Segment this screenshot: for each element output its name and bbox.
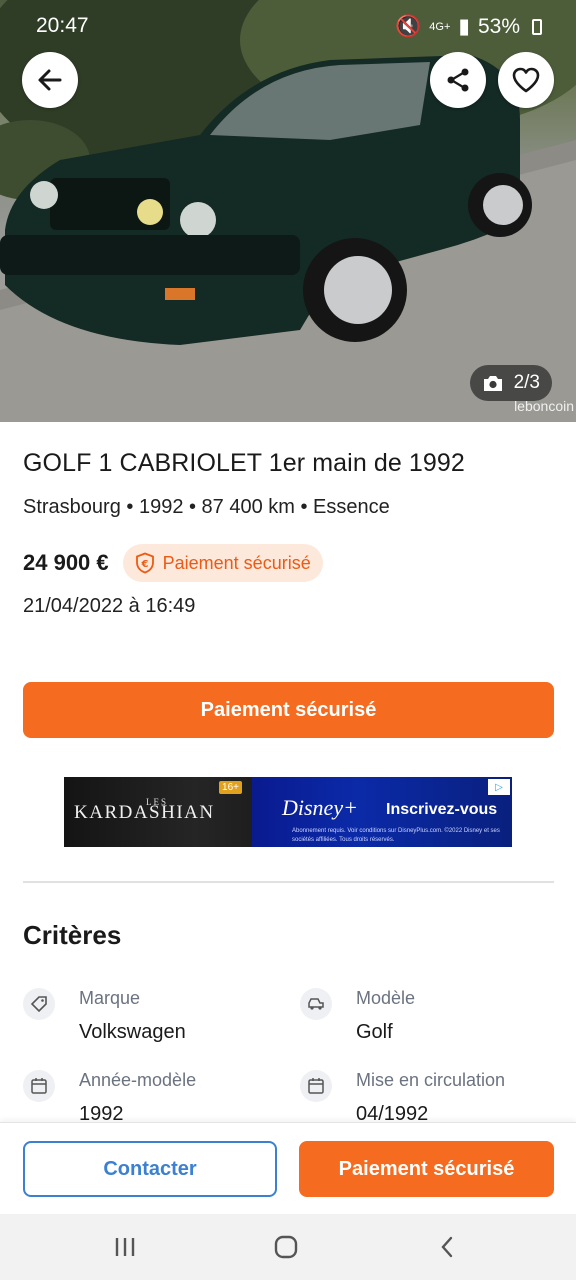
ad-fine-print: Abonnement requis. Voir conditions sur D… bbox=[292, 828, 500, 843]
signal-icon: ▮ bbox=[458, 15, 470, 38]
recent-apps-button[interactable] bbox=[110, 1232, 140, 1262]
criteria-label: Marque bbox=[79, 988, 141, 1008]
advertisement-banner[interactable]: LES KARDASHIAN 16+ Disney+ Inscrivez-vou… bbox=[64, 777, 512, 847]
listing-subtitle: Strasbourg • 1992 • 87 400 km • Essence bbox=[23, 496, 390, 518]
listing-price: 24 900 € bbox=[23, 550, 109, 575]
shield-euro-icon: € bbox=[135, 552, 154, 574]
criteria-title: Critères bbox=[23, 920, 122, 950]
status-bar: 20:47 🔇 4G+ ▮ 53% bbox=[0, 0, 576, 50]
criteria-brand: Marque Volkswagen bbox=[23, 988, 273, 1052]
criteria-label: Modèle bbox=[356, 988, 416, 1008]
car-photo bbox=[0, 0, 576, 422]
ad-disney-logo: Disney+ bbox=[282, 795, 358, 820]
camera-icon bbox=[483, 376, 502, 391]
home-button[interactable] bbox=[271, 1232, 301, 1262]
secure-payment-badge[interactable]: € Paiement sécurisé bbox=[122, 544, 323, 582]
price-row: 24 900 € € Paiement sécurisé bbox=[23, 544, 323, 582]
tag-icon bbox=[23, 988, 55, 1020]
status-time: 20:47 bbox=[36, 14, 89, 37]
back-button[interactable] bbox=[22, 52, 78, 108]
heart-icon bbox=[512, 67, 540, 93]
ad-brand: KARDASHIAN bbox=[74, 802, 215, 823]
car-icon bbox=[300, 988, 332, 1020]
network-label: 4G+ bbox=[429, 20, 451, 33]
svg-text:€: € bbox=[140, 559, 148, 570]
share-button[interactable] bbox=[430, 52, 486, 108]
secure-payment-button[interactable]: Paiement sécurisé bbox=[23, 682, 554, 738]
battery-label: 53% bbox=[477, 14, 520, 38]
pay-button[interactable]: Paiement sécurisé bbox=[299, 1141, 554, 1197]
system-nav-bar bbox=[0, 1214, 576, 1280]
listing-date: 21/04/2022 à 16:49 bbox=[23, 595, 196, 617]
battery-icon bbox=[532, 18, 542, 35]
ad-age-badge: 16+ bbox=[219, 781, 242, 794]
home-icon bbox=[274, 1235, 298, 1259]
criteria-value: Golf bbox=[356, 1021, 393, 1043]
recent-apps-icon bbox=[115, 1238, 135, 1256]
chevron-left-icon bbox=[441, 1236, 453, 1258]
criteria-value: Volkswagen bbox=[79, 1021, 186, 1043]
listing-photo[interactable]: 20:47 🔇 4G+ ▮ 53% 2/3 leboncoin bbox=[0, 0, 576, 422]
bottom-action-bar: Contacter Paiement sécurisé bbox=[0, 1122, 576, 1214]
adchoices-icon[interactable]: ▷ bbox=[488, 779, 510, 795]
ad-left-panel: LES KARDASHIAN 16+ bbox=[64, 777, 252, 847]
back-arrow-icon bbox=[38, 69, 62, 91]
criteria-model: Modèle Golf bbox=[300, 988, 550, 1052]
favorite-button[interactable] bbox=[498, 52, 554, 108]
calendar-icon bbox=[23, 1070, 55, 1102]
back-nav-button[interactable] bbox=[432, 1232, 462, 1262]
watermark: leboncoin bbox=[514, 398, 574, 414]
mute-icon: 🔇 bbox=[395, 14, 422, 38]
contact-button[interactable]: Contacter bbox=[23, 1141, 277, 1197]
status-icons: 🔇 4G+ ▮ 53% bbox=[395, 14, 542, 39]
ad-cta: Inscrivez-vous bbox=[386, 801, 498, 818]
share-icon bbox=[447, 68, 469, 92]
criteria-label: Année-modèle bbox=[79, 1070, 197, 1090]
criteria-label: Mise en circulation bbox=[356, 1070, 506, 1090]
listing-title: GOLF 1 CABRIOLET 1er main de 1992 bbox=[23, 449, 465, 477]
divider bbox=[23, 881, 554, 883]
ad-right-panel: Disney+ Inscrivez-vous Abonnement requis… bbox=[252, 777, 512, 847]
secure-payment-badge-label: Paiement sécurisé bbox=[162, 552, 311, 573]
photo-counter[interactable]: 2/3 bbox=[469, 365, 552, 401]
calendar-icon bbox=[300, 1070, 332, 1102]
photo-counter-label: 2/3 bbox=[513, 372, 540, 393]
